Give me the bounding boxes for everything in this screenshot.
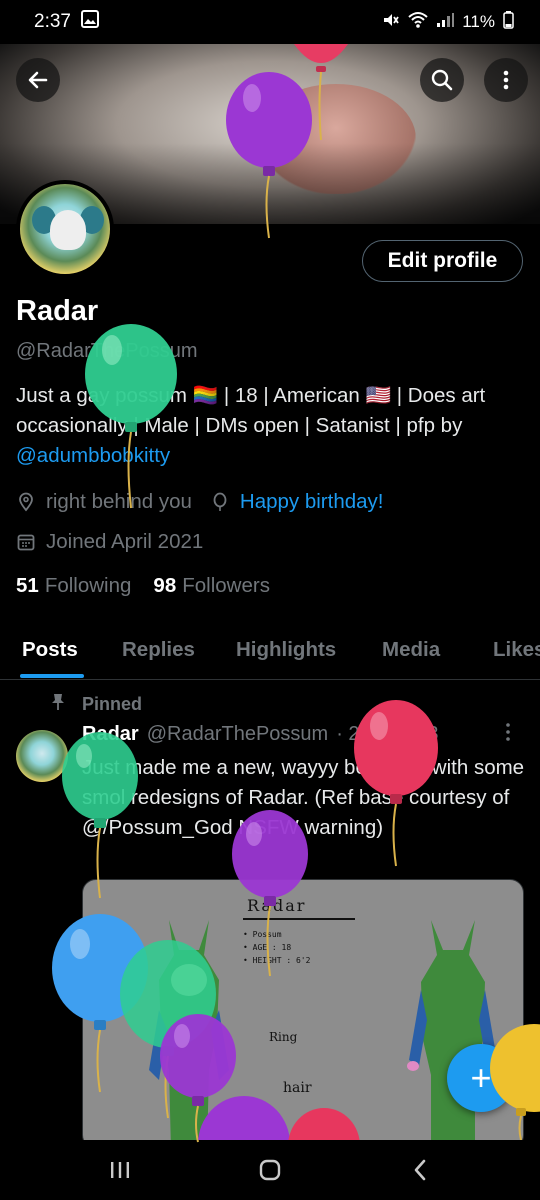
gallery-icon: [80, 10, 99, 34]
recent-apps-button[interactable]: [100, 1154, 140, 1186]
profile-handle: @RadarThePossum: [16, 340, 198, 362]
more-vertical-icon: [506, 723, 510, 741]
following-link[interactable]: 51 Following: [16, 574, 131, 598]
recent-apps-icon: [111, 1162, 129, 1178]
battery-percent: 11%: [462, 12, 495, 31]
follow-stats: 51 Following 98 Followers: [16, 574, 270, 598]
following-label: Following: [44, 574, 132, 597]
balloon-icon: [210, 492, 230, 512]
battery-icon: [503, 10, 514, 34]
location-pin-icon: [16, 492, 36, 512]
post-more-button[interactable]: [505, 722, 511, 748]
back-arrow-icon: [28, 71, 48, 89]
following-count: 51: [16, 574, 39, 597]
post-header: Radar @RadarThePossum · 23 Feb 23: [82, 723, 438, 746]
pin-icon: [50, 693, 66, 716]
ref-sheet-title: Radar: [247, 896, 307, 915]
character-back-figure: [407, 920, 499, 1148]
followers-label: Followers: [182, 574, 270, 597]
profile-tabs: Posts Replies Highlights Media Likes: [0, 626, 540, 680]
ref-sheet-height: • HEIGHT : 6'2: [243, 956, 311, 965]
post-avatar[interactable]: [16, 730, 68, 782]
profile-name: Radar: [16, 295, 99, 327]
plus-icon: +: [470, 1057, 492, 1098]
post-date: · 23 Feb 23: [336, 723, 439, 745]
chevron-left-icon: [414, 1159, 426, 1181]
followers-link[interactable]: 98 Followers: [153, 574, 270, 598]
pinned-indicator: Pinned: [50, 693, 142, 716]
tab-likes[interactable]: Likes: [493, 638, 540, 662]
profile-bio: Just a gay possum 🏳️‍🌈 | 18 | American 🇺…: [16, 381, 521, 471]
ref-sheet-species: • Possum: [243, 930, 282, 939]
ref-sheet-hair-note: hair: [283, 1080, 312, 1096]
post-text: Just made me a new, wayyy better ref wit…: [82, 756, 525, 839]
status-icons: 11%: [382, 10, 514, 34]
tab-posts[interactable]: Posts: [22, 638, 78, 662]
ref-sheet-age: • AGE : 18: [243, 943, 292, 952]
search-button[interactable]: [420, 58, 464, 102]
post-author[interactable]: Radar: [82, 723, 139, 746]
profile-joined: Joined April 2021: [46, 530, 204, 553]
profile-avatar[interactable]: [16, 180, 114, 278]
back-button[interactable]: [16, 58, 60, 102]
post-image[interactable]: Radar • Possum • AGE : 18 • HEIGHT : 6'2…: [82, 879, 524, 1149]
status-bar: 2:37 11%: [0, 0, 540, 44]
profile-meta-row: right behind you Happy birthday!: [16, 490, 383, 514]
post-handle: @RadarThePossum: [146, 723, 329, 745]
system-navigation-bar: [0, 1140, 540, 1200]
more-options-button[interactable]: [484, 58, 528, 102]
pinned-label: Pinned: [82, 694, 143, 714]
character-front-figure: [149, 920, 229, 1148]
compose-post-button[interactable]: +: [447, 1044, 515, 1112]
birthday-link[interactable]: Happy birthday!: [240, 490, 384, 514]
wifi-icon: [408, 11, 428, 34]
tab-media[interactable]: Media: [382, 638, 440, 662]
profile-location: right behind you: [46, 490, 192, 513]
home-icon: [259, 1159, 281, 1181]
search-icon: [431, 69, 453, 91]
active-tab-indicator: [20, 674, 84, 678]
signal-icon: [436, 12, 455, 33]
profile-joined-row: Joined April 2021: [16, 530, 203, 554]
more-vertical-icon: [503, 70, 509, 90]
bio-text: Just a gay possum 🏳️‍🌈 | 18 | American 🇺…: [16, 384, 486, 437]
bio-mention-link[interactable]: @adumbbobkitty: [16, 444, 170, 467]
back-nav-button[interactable]: [400, 1154, 440, 1186]
status-time: 2:37: [34, 11, 71, 32]
calendar-icon: [16, 532, 36, 552]
tab-highlights[interactable]: Highlights: [236, 638, 336, 662]
ref-sheet-ring-note: Ring: [269, 1030, 298, 1044]
followers-count: 98: [153, 574, 177, 597]
mute-icon: [382, 11, 400, 34]
edit-profile-button[interactable]: Edit profile: [362, 240, 523, 282]
home-button[interactable]: [250, 1154, 290, 1186]
tab-replies[interactable]: Replies: [122, 638, 195, 662]
